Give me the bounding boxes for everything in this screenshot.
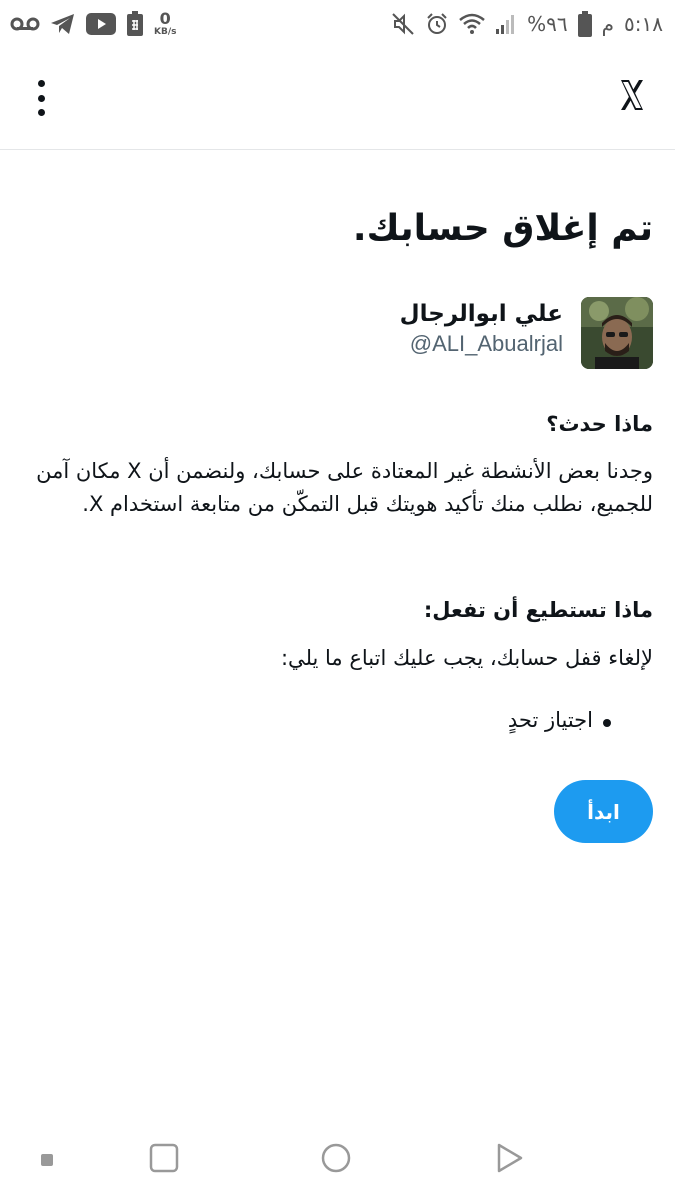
- voicemail-icon: [10, 16, 40, 32]
- battery-percent: %٩٦: [527, 12, 568, 36]
- battery-icon: [577, 11, 592, 37]
- steps-list: اجتياز تحدٍ: [22, 708, 653, 732]
- app-bar: [0, 46, 675, 150]
- start-button[interactable]: ابدأ: [554, 780, 653, 843]
- telegram-icon: [50, 12, 76, 36]
- more-vertical-icon-dot: [37, 94, 45, 102]
- alarm-icon: [425, 12, 449, 36]
- bullet-dot: [603, 719, 611, 727]
- profile-name: علي ابوالرجال: [399, 301, 563, 327]
- step-label: اجتياز تحدٍ: [507, 708, 593, 732]
- home-icon[interactable]: [320, 1142, 352, 1174]
- profile-card: علي ابوالرجال @ALI_Abualrjal: [22, 297, 653, 371]
- youtube-icon: [86, 13, 116, 35]
- more-options-button[interactable]: [22, 76, 60, 120]
- what-happened-text: وجدنا بعض الأنشطة غير المعتادة على حسابك…: [36, 459, 653, 516]
- recents-icon[interactable]: [148, 1142, 180, 1174]
- what-happened-heading: ماذا حدث؟: [546, 412, 653, 436]
- network-speed-value: 0: [159, 9, 171, 28]
- mute-icon: [391, 12, 415, 36]
- clock-ampm: م: [601, 12, 615, 36]
- network-speed-unit: KB/s: [154, 27, 177, 37]
- signal-icon: [495, 13, 517, 35]
- network-speed: 0 KB/s: [154, 11, 176, 37]
- what-to-do-text: لإلغاء قفل حسابك، يجب عليك اتباع ما يلي:: [280, 646, 653, 670]
- sim-battery-icon: [126, 11, 144, 37]
- profile-handle: @ALI_Abualrjal: [409, 331, 563, 356]
- more-vertical-icon-dot: [37, 80, 45, 87]
- clock-time: ٥:١٨: [624, 12, 663, 36]
- list-item: اجتياز تحدٍ: [22, 708, 653, 732]
- system-nav-bar: [0, 1124, 675, 1200]
- wifi-icon: [459, 13, 485, 35]
- status-bar-left: 0 KB/s: [10, 6, 176, 42]
- status-bar: 0 KB/s %٩٦ م ٥:١٨: [0, 0, 675, 46]
- more-vertical-icon-dot: [37, 109, 45, 116]
- page-title: تم إغلاق حسابك.: [352, 208, 653, 249]
- nav-small-square-icon[interactable]: [40, 1153, 54, 1167]
- what-to-do-heading: ماذا تستطيع أن تفعل:: [423, 598, 653, 622]
- status-bar-right: %٩٦ م ٥:١٨: [391, 6, 663, 42]
- avatar[interactable]: [581, 297, 653, 369]
- back-icon[interactable]: [493, 1142, 525, 1174]
- x-logo-icon: [619, 78, 645, 112]
